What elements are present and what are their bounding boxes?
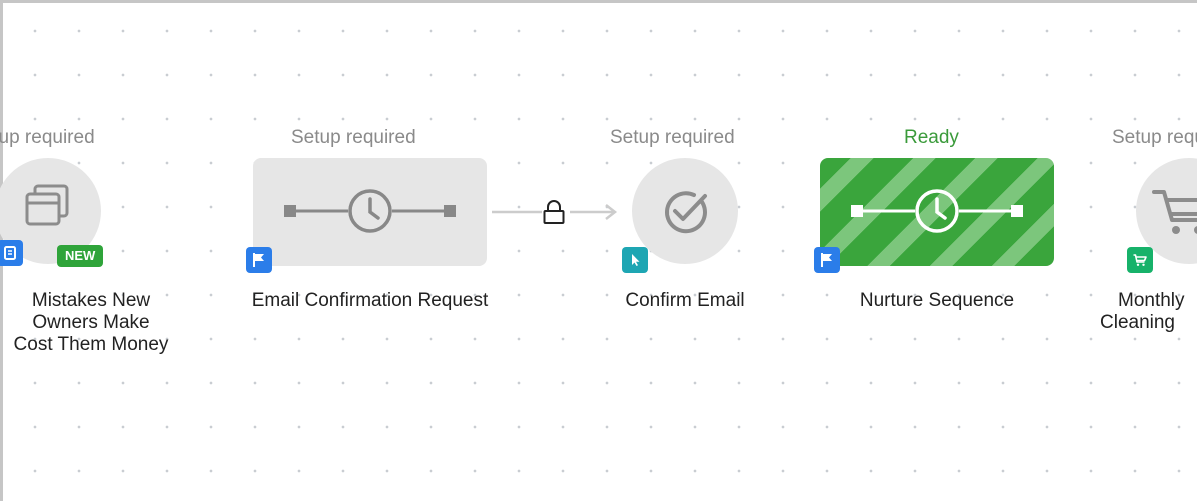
node-status: Setup required [1112,127,1197,148]
canvas-border-top [0,0,1197,3]
flag-badge [814,247,840,273]
node-title-line: Monthly [1118,290,1185,311]
pointer-icon [632,254,640,266]
delay-node[interactable] [253,158,487,266]
flag-icon [821,253,832,267]
cart-icon [1133,254,1147,266]
node-title: Mistakes New Owners Make Cost Them Money [0,290,187,356]
delay-timer-icon [851,189,1023,233]
node-status: Setup required [291,127,416,148]
node-title-line: Cleaning [1100,312,1175,333]
pointer-badge [622,247,648,273]
node-status: Ready [904,127,959,148]
workflow-canvas[interactable]: Setup required NEW Mistakes New Owners M… [0,0,1197,501]
node-title: Email Confirmation Request [251,290,489,311]
node-title: Monthly Cleaning [1100,290,1197,334]
node-title-line: Mistakes New [31,290,151,311]
delay-timer-icon [284,189,456,233]
flag-badge [246,247,272,273]
lock-icon[interactable] [542,199,566,225]
node-status: Setup required [610,127,735,148]
node-status: Setup required [0,127,95,148]
node-title: Confirm Email [625,290,745,311]
node-title: Nurture Sequence [859,290,1015,311]
page-badge [0,240,23,266]
flag-icon [253,253,264,267]
cart-badge [1127,247,1153,273]
page-icon [4,246,16,260]
delay-node[interactable] [820,158,1054,266]
new-tag: NEW [57,245,104,267]
node-circle[interactable] [632,158,738,264]
node-title-line: Cost Them Money [13,334,169,355]
node-title-line: Owners Make [32,312,150,333]
check-circle-icon [665,191,707,234]
